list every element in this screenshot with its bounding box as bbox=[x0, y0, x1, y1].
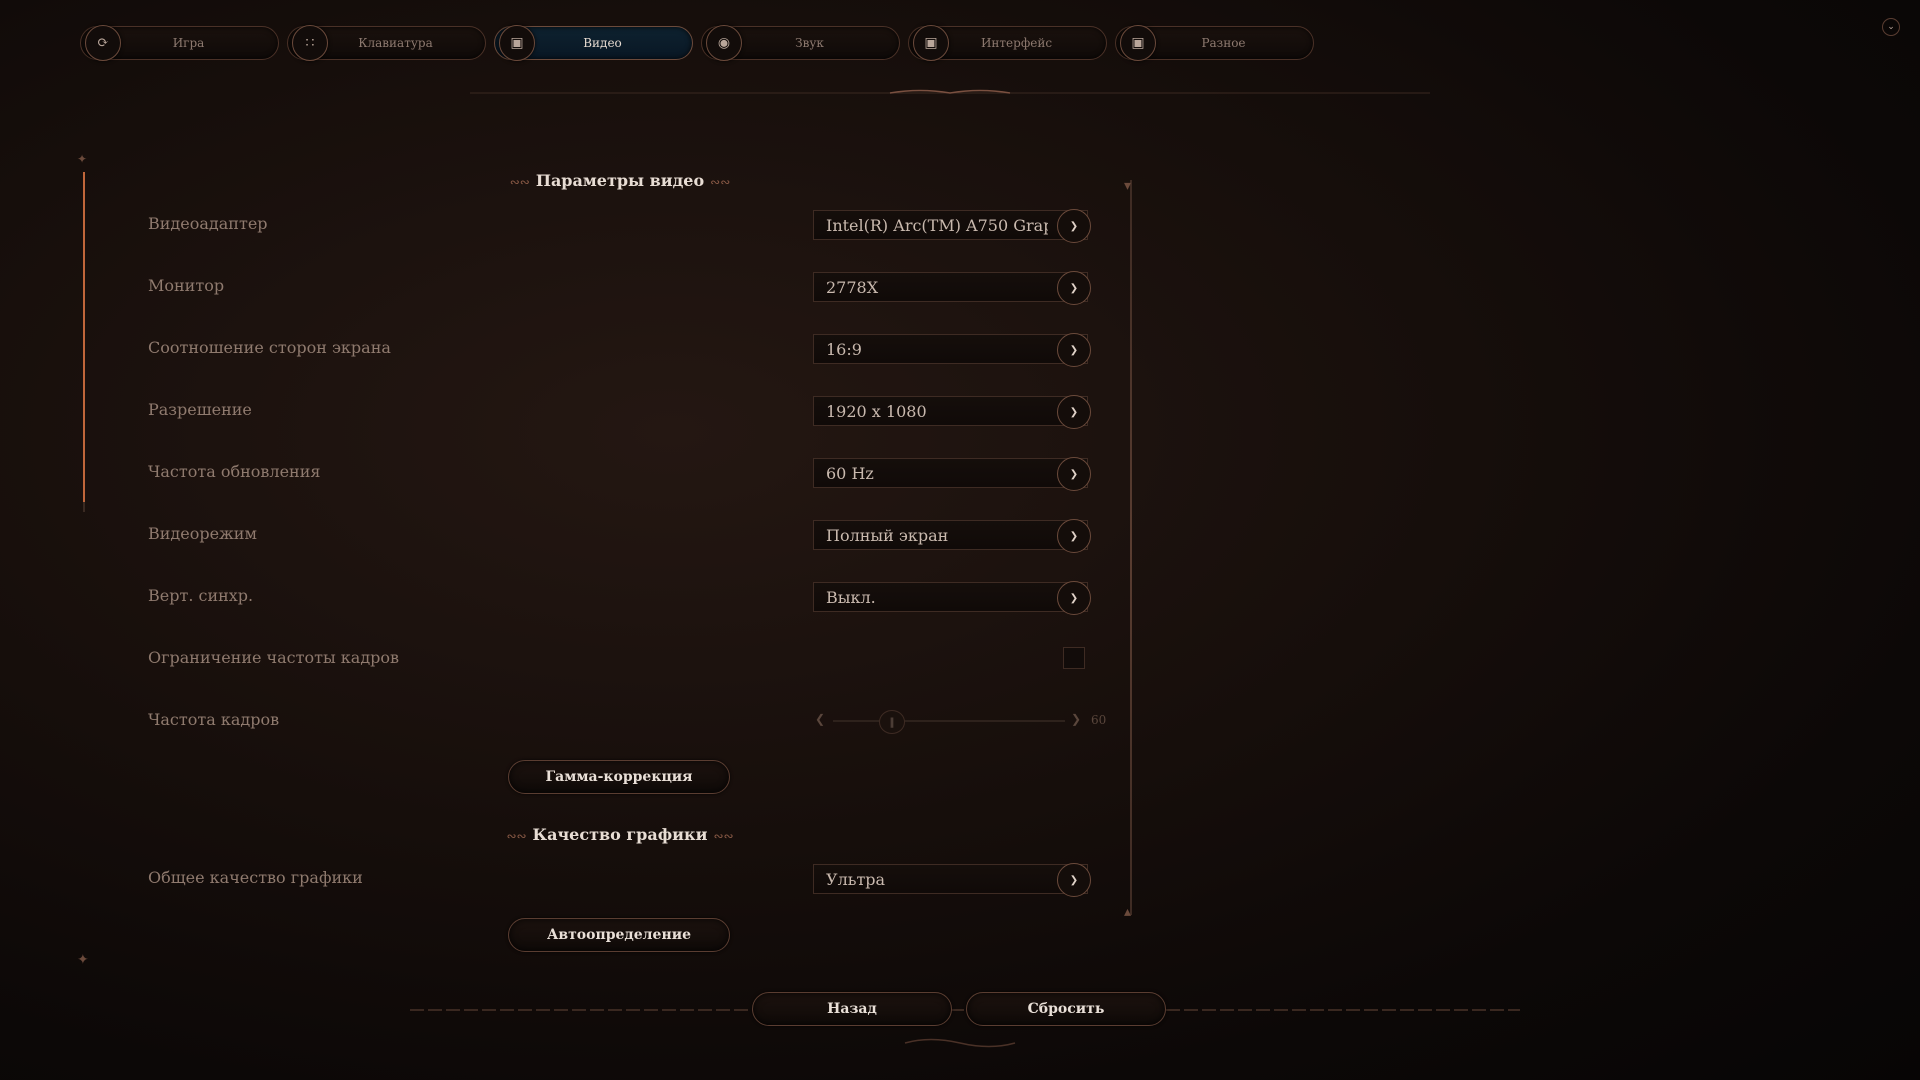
keyboard-icon: ∷ bbox=[292, 25, 328, 61]
bottom-divider-ornament bbox=[410, 1009, 1520, 1011]
monitor-icon: ▣ bbox=[499, 25, 535, 61]
chevron-down-icon[interactable]: ❯ bbox=[1057, 863, 1091, 897]
bottom-flourish bbox=[904, 1038, 1016, 1048]
tab-sound[interactable]: ◉ Звук bbox=[701, 25, 900, 61]
tab-misc[interactable]: ▣ Разное bbox=[1115, 25, 1314, 61]
refresh-label: Частота обновления bbox=[148, 462, 321, 481]
fps-label: Частота кадров bbox=[148, 710, 280, 729]
chevron-down-icon[interactable]: ❯ bbox=[1057, 271, 1091, 305]
slider-track bbox=[833, 720, 1065, 722]
tab-label: Клавиатура bbox=[358, 36, 433, 50]
ornament-icon: ✦ bbox=[77, 952, 89, 968]
fps-slider[interactable]: ❮ ‖ ❯ 60 bbox=[813, 709, 1113, 734]
refresh-dropdown[interactable]: 60 Hz ❯ bbox=[813, 457, 1091, 491]
tab-video[interactable]: ▣ Видео bbox=[494, 25, 693, 61]
fps-limit-checkbox[interactable] bbox=[1063, 647, 1085, 669]
gamma-button[interactable]: Гамма-коррекция bbox=[508, 760, 730, 794]
tab-label: Игра bbox=[172, 36, 205, 50]
monitor-label: Монитор bbox=[148, 276, 225, 295]
resolution-label: Разрешение bbox=[148, 400, 252, 419]
chevron-right-icon[interactable]: ❯ bbox=[1071, 712, 1081, 726]
top-divider-ornament bbox=[470, 89, 1430, 94]
chevron-down-icon[interactable]: ❯ bbox=[1057, 209, 1091, 243]
dropdown-value: Ультра bbox=[826, 869, 886, 889]
tab-label: Видео bbox=[583, 36, 622, 50]
tab-keyboard[interactable]: ∷ Клавиатура bbox=[287, 25, 486, 61]
tab-interface[interactable]: ▣ Интерфейс bbox=[908, 25, 1107, 61]
overall-quality-label: Общее качество графики bbox=[148, 868, 363, 887]
dropdown-value: 16:9 bbox=[826, 339, 862, 359]
monitor-dropdown[interactable]: 2778X ❯ bbox=[813, 271, 1091, 305]
flourish-icon: ∾∾ bbox=[710, 175, 731, 189]
vsync-label: Верт. синхр. bbox=[148, 586, 254, 605]
flourish-icon: ∾∾ bbox=[509, 175, 530, 189]
monitor-icon: ▣ bbox=[913, 25, 949, 61]
chevron-down-icon[interactable]: ❯ bbox=[1057, 333, 1091, 367]
slider-handle[interactable]: ‖ bbox=[879, 710, 905, 734]
resolution-dropdown[interactable]: 1920 x 1080 ❯ bbox=[813, 395, 1091, 429]
slider-value: 60 bbox=[1091, 713, 1107, 727]
scroll-thumb[interactable] bbox=[83, 172, 85, 502]
settings-tabs: ⟳ Игра ∷ Клавиатура ▣ Видео ◉ Звук ▣ Инт… bbox=[80, 25, 1314, 61]
monitor-icon: ▣ bbox=[1120, 25, 1156, 61]
chevron-down-icon[interactable]: ⌄ bbox=[1882, 18, 1900, 36]
section-title: Параметры видео bbox=[535, 171, 705, 190]
back-button[interactable]: Назад bbox=[752, 992, 952, 1026]
flourish-icon: ∾∾ bbox=[713, 829, 734, 843]
chevron-down-icon[interactable]: ❯ bbox=[1057, 457, 1091, 491]
section-title: Качество графики bbox=[532, 825, 708, 844]
chevron-left-icon[interactable]: ❮ bbox=[815, 712, 825, 726]
tab-game[interactable]: ⟳ Игра bbox=[80, 25, 279, 61]
adapter-label: Видеоадаптер bbox=[148, 214, 268, 233]
reset-button[interactable]: Сбросить bbox=[966, 992, 1166, 1026]
ornament-icon: ▾ bbox=[1124, 178, 1132, 194]
dropdown-value: 2778X bbox=[826, 277, 879, 297]
mode-label: Видеорежим bbox=[148, 524, 257, 543]
dropdown-value: Выкл. bbox=[826, 587, 876, 607]
dropdown-value: Полный экран bbox=[826, 525, 949, 545]
chevron-down-icon[interactable]: ❯ bbox=[1057, 395, 1091, 429]
section-header-quality: ∾∾ Качество графики ∾∾ bbox=[500, 825, 740, 844]
sound-icon: ◉ bbox=[706, 25, 742, 61]
vsync-dropdown[interactable]: Выкл. ❯ bbox=[813, 581, 1091, 615]
ornament-icon: ✦ bbox=[77, 152, 88, 166]
fps-limit-label: Ограничение частоты кадров bbox=[148, 648, 400, 667]
aspect-dropdown[interactable]: 16:9 ❯ bbox=[813, 333, 1091, 367]
mode-dropdown[interactable]: Полный экран ❯ bbox=[813, 519, 1091, 553]
game-icon: ⟳ bbox=[85, 25, 121, 61]
flourish-icon: ∾∾ bbox=[506, 829, 527, 843]
dropdown-value: 60 Hz bbox=[826, 463, 874, 483]
section-header-video: ∾∾ Параметры видео ∾∾ bbox=[500, 171, 740, 190]
chevron-down-icon[interactable]: ❯ bbox=[1057, 519, 1091, 553]
content-divider bbox=[1130, 180, 1132, 915]
overall-quality-dropdown[interactable]: Ультра ❯ bbox=[813, 863, 1091, 897]
scroll-indicator[interactable]: ✦ bbox=[77, 152, 87, 514]
dropdown-value: 1920 x 1080 bbox=[826, 401, 927, 421]
tab-label: Разное bbox=[1201, 36, 1246, 50]
tab-label: Звук bbox=[795, 36, 824, 50]
aspect-label: Соотношение сторон экрана bbox=[148, 338, 391, 357]
tab-label: Интерфейс bbox=[980, 36, 1053, 50]
chevron-down-icon[interactable]: ❯ bbox=[1057, 581, 1091, 615]
dropdown-value: Intel(R) Arc(TM) A750 Graphics bbox=[826, 215, 1048, 235]
autodetect-button[interactable]: Автоопределение bbox=[508, 918, 730, 952]
adapter-dropdown[interactable]: Intel(R) Arc(TM) A750 Graphics ❯ bbox=[813, 209, 1091, 243]
ornament-icon: ▴ bbox=[1124, 904, 1132, 920]
